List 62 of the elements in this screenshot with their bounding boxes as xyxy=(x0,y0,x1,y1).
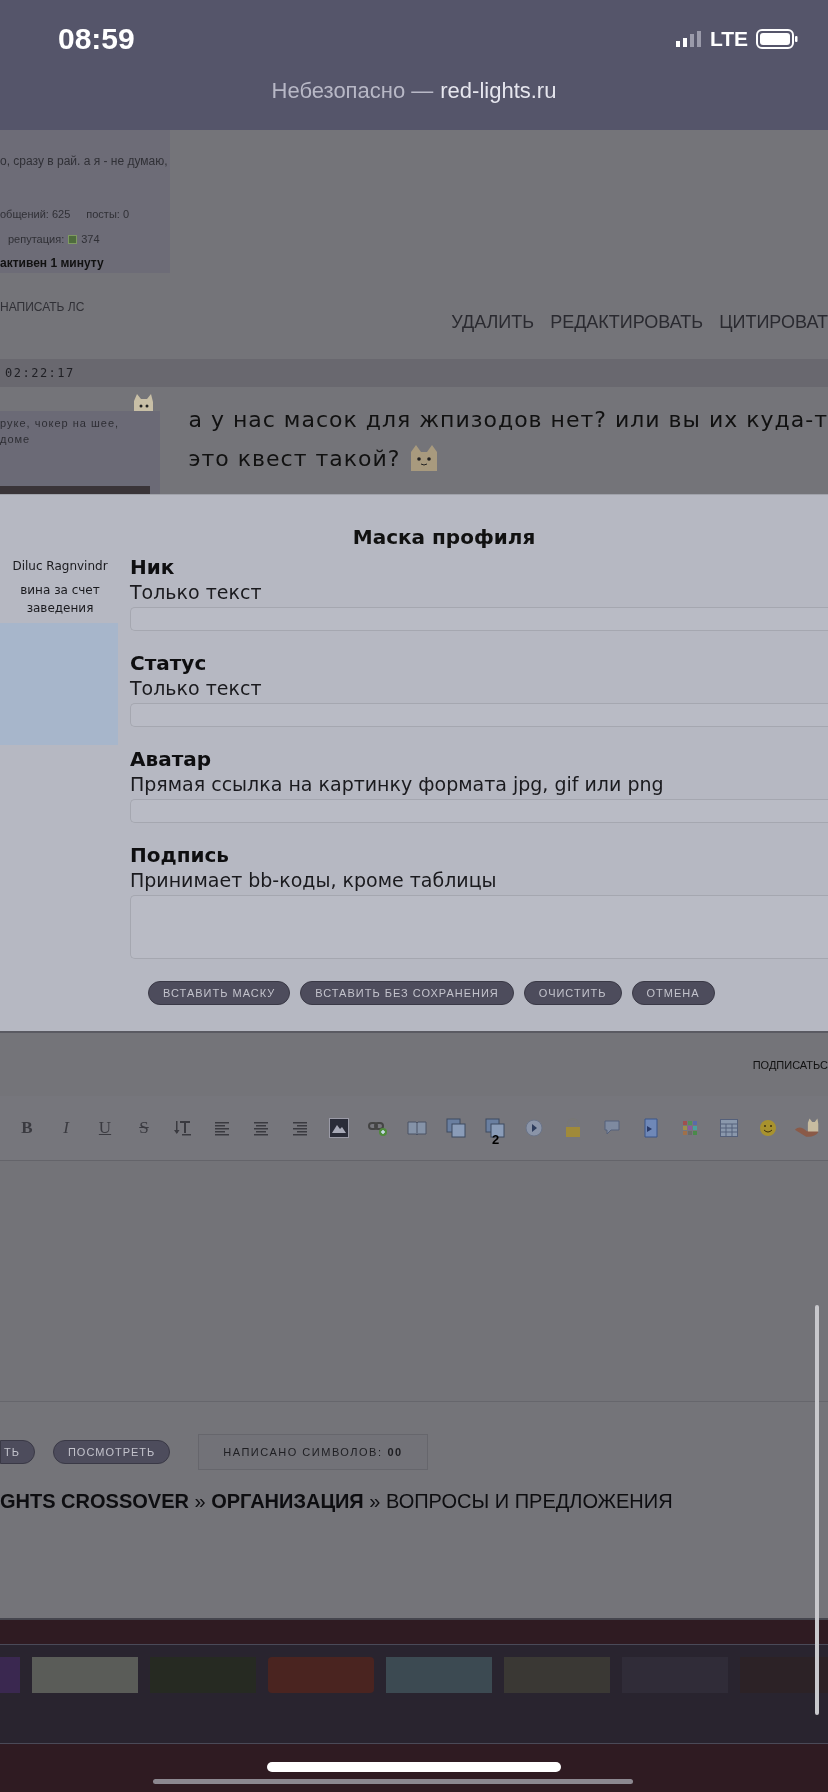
site-address[interactable]: red-lights.ru xyxy=(440,78,557,104)
network-type: LTE xyxy=(709,27,748,51)
underline-button[interactable]: U xyxy=(92,1115,118,1141)
align-center-icon[interactable] xyxy=(253,1120,269,1136)
window-number: 2 xyxy=(492,1132,500,1147)
field-label: Ник xyxy=(130,555,176,579)
message-count: общений: 625 xyxy=(0,208,71,220)
dialog-button[interactable]: ОЧИСТИТЬ xyxy=(523,981,622,1005)
color-palette-icon[interactable] xyxy=(683,1121,697,1135)
post-text: это квест такой? xyxy=(188,445,401,471)
reputation-value: 374 xyxy=(81,233,100,245)
bold-button[interactable]: B xyxy=(14,1115,40,1141)
clock-time: 08:59 xyxy=(58,22,135,56)
document-icon[interactable] xyxy=(642,1118,660,1138)
activity-time: активен 1 минуту xyxy=(0,256,105,270)
security-label: Небезопасно — xyxy=(271,78,434,104)
align-left-icon[interactable] xyxy=(214,1120,230,1136)
reputation-label: репутация: xyxy=(8,233,65,245)
banner-image xyxy=(0,1657,20,1693)
field-hint: Только текст xyxy=(130,581,263,603)
battery-icon xyxy=(756,29,798,49)
post-text: а у нас масок для жпизодов нет? или вы их куда-т xyxy=(188,407,828,432)
profile-quote: о, сразу в рай. а я - не думаю, xyxy=(0,154,169,168)
link-icon[interactable] xyxy=(368,1119,388,1137)
form-button[interactable]: ПОСМОТРЕТЬ xyxy=(52,1440,171,1464)
image-icon[interactable] xyxy=(329,1118,349,1138)
breadcrumbs: GHTS CROSSOVER » ОРГАНИЗАЦИЯ » ВОПРОСЫ И ПРЕДЛОЖЕНИЯ xyxy=(0,1489,674,1513)
field-label: Статус xyxy=(130,651,208,675)
post-action-link[interactable]: УДАЛИТЬ xyxy=(451,311,535,333)
windows-icon[interactable] xyxy=(446,1118,466,1138)
cat-sticker-icon[interactable] xyxy=(794,1116,820,1140)
preview-status: вина за счет заведения xyxy=(19,582,101,617)
field-hint: Только текст xyxy=(130,677,263,699)
form-button[interactable]: ТЬ xyxy=(0,1440,35,1464)
post-action-link[interactable]: РЕДАКТИРОВАТЬ xyxy=(550,311,704,333)
speech-bubble-icon[interactable] xyxy=(603,1120,621,1136)
subscribe-link[interactable]: ПОДПИСАТЬС xyxy=(752,1058,828,1071)
character-counter: НАПИСАНО СИМВОЛОВ: 00 xyxy=(198,1434,428,1470)
smiley-icon[interactable] xyxy=(759,1119,777,1137)
italic-button[interactable]: I xyxy=(53,1115,79,1141)
post-action-link[interactable]: ЦИТИРОВАТ xyxy=(719,311,828,333)
field-label: Подпись xyxy=(130,843,230,867)
text-size-icon[interactable] xyxy=(174,1119,192,1137)
reputation-icon xyxy=(68,234,78,244)
field-label: Аватар xyxy=(130,747,213,771)
signal-icon xyxy=(675,31,702,47)
book-icon[interactable] xyxy=(407,1120,427,1136)
author-text: доме xyxy=(0,433,32,445)
play-icon[interactable] xyxy=(525,1119,543,1137)
author-text: руке, чокер на шее, xyxy=(0,417,121,429)
dialog-button[interactable]: ОТМЕНА xyxy=(631,981,715,1005)
private-message-link[interactable]: НАПИСАТЬ ЛС xyxy=(0,300,85,314)
dialog-title: Маска профиля xyxy=(351,524,537,551)
strikethrough-button[interactable]: S xyxy=(131,1115,157,1141)
preview-name: Diluc Ragnvindr xyxy=(12,559,108,573)
field-hint: Прямая ссылка на картинку формата jpg, gif или png xyxy=(130,773,665,795)
dialog-button[interactable]: ВСТАВИТЬ МАСКУ xyxy=(148,981,291,1005)
table-icon[interactable] xyxy=(720,1119,738,1137)
align-right-icon[interactable] xyxy=(292,1120,308,1136)
dialog-button[interactable]: ВСТАВИТЬ БЕЗ СОХРАНЕНИЯ xyxy=(300,981,514,1005)
field-hint: Принимает bb-коды, кроме таблицы xyxy=(130,869,498,891)
post-time: 02:22:17 xyxy=(5,366,75,380)
